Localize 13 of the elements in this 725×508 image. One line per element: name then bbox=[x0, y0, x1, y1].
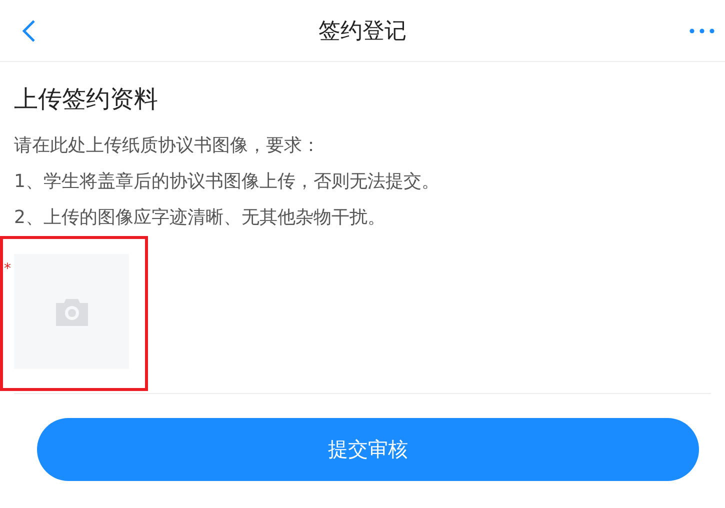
instruction-text: 2、上传的图像应字迹清晰、无其他杂物干扰。 bbox=[14, 206, 386, 230]
more-icon bbox=[689, 28, 715, 34]
more-button[interactable] bbox=[689, 28, 715, 34]
submit-button[interactable]: 提交审核 bbox=[37, 418, 699, 481]
instruction-text: 请在此处上传纸质协议书图像，要求： bbox=[14, 134, 321, 158]
back-icon bbox=[22, 18, 36, 42]
page-title: 签约登记 bbox=[318, 18, 406, 46]
image-upload-tile[interactable] bbox=[14, 254, 129, 369]
back-button[interactable] bbox=[22, 18, 36, 42]
instruction-text: 1、学生将盖章后的协议书图像上传，否则无法提交。 bbox=[14, 170, 440, 194]
required-mark: * bbox=[4, 262, 12, 279]
camera-icon bbox=[56, 298, 88, 326]
section-title: 上传签约资料 bbox=[14, 84, 159, 115]
